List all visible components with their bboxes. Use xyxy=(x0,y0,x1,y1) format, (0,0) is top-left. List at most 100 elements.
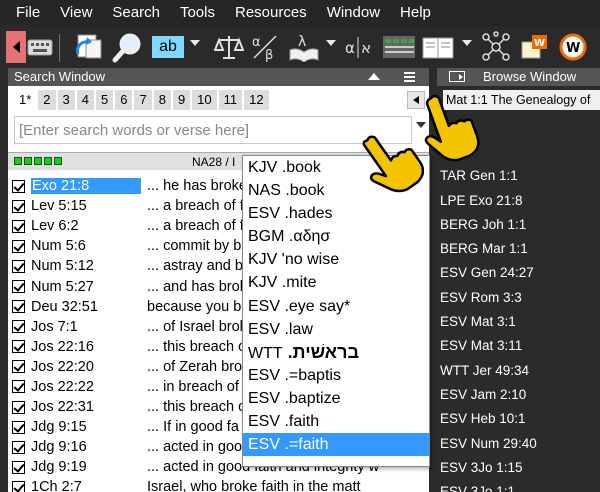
result-checkbox[interactable] xyxy=(12,219,25,233)
dropdown-item[interactable]: ESV .baptize xyxy=(243,387,429,410)
tab-1[interactable]: 1* xyxy=(14,90,37,110)
history-item[interactable]: ESV 3Jo 1:15 xyxy=(437,456,537,480)
dropdown-item-version: ESV xyxy=(248,320,281,338)
result-reference[interactable]: 1Ch 2:7 xyxy=(31,479,141,492)
parallel-columns-icon[interactable] xyxy=(382,31,416,63)
result-reference[interactable]: Exo 21:8 xyxy=(31,178,141,195)
ab-dropdown-icon[interactable] xyxy=(190,40,200,46)
tab-11[interactable]: 11 xyxy=(218,90,243,110)
result-checkbox[interactable] xyxy=(12,460,25,474)
dropdown-item[interactable]: WTT .בראשׁית xyxy=(243,341,429,364)
result-reference[interactable]: Jdg 9:15 xyxy=(31,419,141,435)
dropdown-item[interactable]: KJV .mite xyxy=(243,271,429,294)
tab-2[interactable]: 2 xyxy=(38,90,56,110)
result-checkbox[interactable] xyxy=(12,239,25,253)
menu-tools[interactable]: Tools xyxy=(170,0,225,26)
dropdown-item[interactable]: ESV .=baptis xyxy=(243,364,429,387)
dropdown-item[interactable]: ESV .hades xyxy=(243,202,429,225)
history-item[interactable]: ESV Rom 3:3 xyxy=(437,286,537,310)
dropdown-item[interactable]: ESV .law xyxy=(243,318,429,341)
result-reference[interactable]: Num 5:6 xyxy=(31,238,141,254)
browse-window-title: Browse Window xyxy=(483,69,577,84)
word-books-icon[interactable]: W xyxy=(520,31,550,63)
w-logo-icon[interactable]: W xyxy=(558,31,588,63)
result-checkbox[interactable] xyxy=(12,179,25,193)
book-dropdown-icon[interactable] xyxy=(462,40,472,46)
result-reference[interactable]: Jdg 9:19 xyxy=(31,459,141,475)
menu-view[interactable]: View xyxy=(50,0,102,26)
history-item[interactable]: ESV Mat 3:11 xyxy=(437,334,537,358)
lambda-book-icon[interactable]: λ xyxy=(288,31,320,63)
collapse-up-icon[interactable] xyxy=(368,73,380,80)
result-checkbox[interactable] xyxy=(12,440,25,454)
book-icon[interactable] xyxy=(420,31,458,63)
browse-window-header: Browse Window xyxy=(437,68,600,86)
dropdown-item[interactable]: ESV .eye say* xyxy=(243,295,429,318)
result-reference[interactable]: Jos 22:31 xyxy=(31,399,141,415)
tab-9[interactable]: 9 xyxy=(172,90,191,110)
result-reference[interactable]: Jos 22:20 xyxy=(31,359,141,375)
dropdown-item[interactable]: ESV .faith xyxy=(243,410,429,433)
dropdown-item[interactable]: KJV 'no wise xyxy=(243,248,429,271)
sync-icon[interactable] xyxy=(74,31,104,63)
history-item[interactable]: ESV Heb 10:1 xyxy=(437,407,537,431)
menu-resources[interactable]: Resources xyxy=(225,0,317,26)
result-checkbox[interactable] xyxy=(12,259,25,273)
dropdown-item[interactable]: ESV .=faith xyxy=(243,433,429,457)
magnifier-icon[interactable] xyxy=(112,31,144,63)
history-item[interactable]: ESV 3Jo 1:1 xyxy=(437,480,537,492)
result-reference[interactable]: Num 5:27 xyxy=(31,279,141,295)
tab-8[interactable]: 8 xyxy=(153,90,171,110)
result-reference[interactable]: Lev 6:2 xyxy=(31,218,141,234)
result-checkbox[interactable] xyxy=(12,380,25,394)
history-item[interactable]: WTT Jer 49:34 xyxy=(437,359,537,383)
scales-icon[interactable] xyxy=(214,31,244,63)
menu-help[interactable]: Help xyxy=(390,0,441,26)
result-reference[interactable]: Jos 22:22 xyxy=(31,379,141,395)
result-reference[interactable]: Deu 32:51 xyxy=(31,299,141,315)
tab-7[interactable]: 7 xyxy=(134,90,152,110)
alpha-beta-icon[interactable]: αβ xyxy=(250,31,280,63)
network-icon[interactable] xyxy=(480,31,512,63)
result-reference[interactable]: Lev 5:15 xyxy=(31,198,141,214)
tab-5[interactable]: 5 xyxy=(96,90,114,110)
result-checkbox[interactable] xyxy=(12,400,25,414)
result-reference[interactable]: Jos 7:1 xyxy=(31,319,141,335)
history-item[interactable]: ESV Mat 3:1 xyxy=(437,310,537,334)
history-item[interactable]: BERG Mar 1:1 xyxy=(437,237,537,261)
menu-window[interactable]: Window xyxy=(317,0,390,26)
search-input[interactable] xyxy=(14,116,412,144)
keyboard-icon[interactable] xyxy=(6,31,54,63)
ab-icon[interactable]: ab xyxy=(152,31,184,63)
browse-window-toggle-icon[interactable] xyxy=(449,71,465,82)
dropdown-item-version: KJV xyxy=(248,251,278,269)
alpha-aleph-icon[interactable]: αא xyxy=(344,31,378,63)
result-checkbox[interactable] xyxy=(12,420,25,434)
result-reference[interactable]: Jdg 9:16 xyxy=(31,439,141,455)
menu-icon[interactable] xyxy=(404,72,415,82)
dropdown-item[interactable]: BGM .αδησ xyxy=(243,225,429,248)
result-checkbox[interactable] xyxy=(12,480,25,492)
history-item[interactable]: LPE Exo 21:8 xyxy=(437,189,537,213)
result-checkbox[interactable] xyxy=(12,320,25,334)
tab-4[interactable]: 4 xyxy=(76,90,94,110)
tab-6[interactable]: 6 xyxy=(115,90,133,110)
result-reference[interactable]: Num 5:12 xyxy=(31,258,141,274)
history-item[interactable]: BERG Joh 1:1 xyxy=(437,213,537,237)
history-item[interactable]: ESV Gen 24:27 xyxy=(437,261,537,285)
tab-12[interactable]: 12 xyxy=(244,90,269,110)
table-row[interactable]: 1Ch 2:7 Israel, who broke faith in the ma… xyxy=(8,477,429,492)
menu-file[interactable]: File xyxy=(0,0,50,26)
history-item[interactable]: ESV Jam 2:10 xyxy=(437,383,537,407)
lambda-dropdown-icon[interactable] xyxy=(326,40,336,46)
result-reference[interactable]: Jos 22:16 xyxy=(31,339,141,355)
result-checkbox[interactable] xyxy=(12,199,25,213)
result-checkbox[interactable] xyxy=(12,360,25,374)
tab-3[interactable]: 3 xyxy=(57,90,75,110)
result-checkbox[interactable] xyxy=(12,280,25,294)
result-checkbox[interactable] xyxy=(12,300,25,314)
result-checkbox[interactable] xyxy=(12,340,25,354)
menu-search[interactable]: Search xyxy=(102,0,170,26)
history-item[interactable]: ESV Num 29:40 xyxy=(437,432,537,456)
tab-10[interactable]: 10 xyxy=(192,90,217,110)
